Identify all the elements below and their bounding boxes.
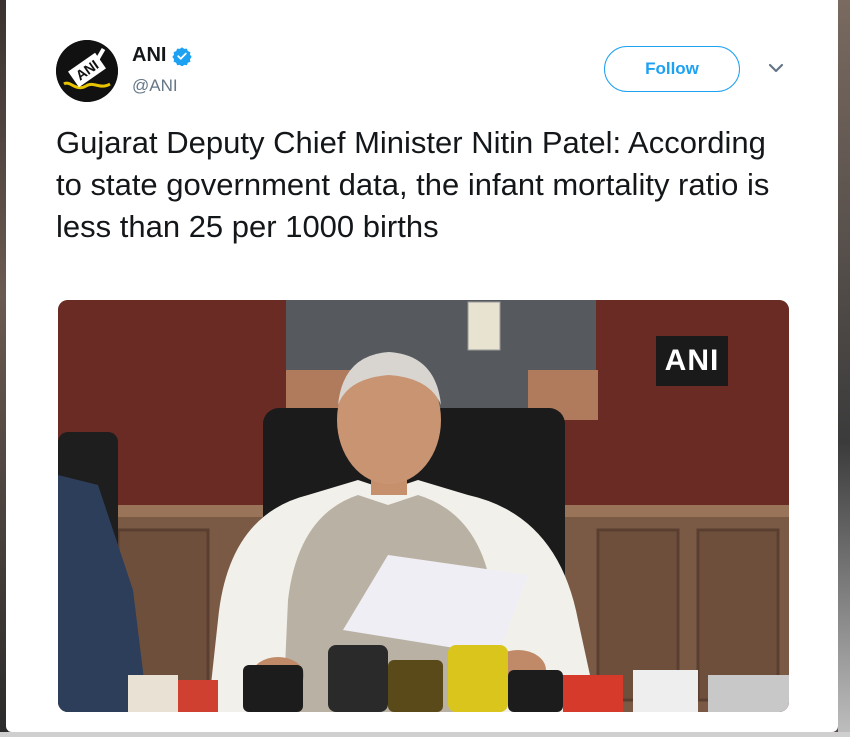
author-name[interactable]: ANI [132,44,166,67]
follow-button[interactable]: Follow [604,46,740,92]
verified-badge-icon [172,46,193,66]
author-handle[interactable]: @ANI [132,76,178,96]
tweet-card: ANI ANI @ANI Follow Gujarat Deputy Chief… [6,0,838,732]
ani-logo: ANI [56,40,118,102]
background-right-edge [838,0,850,737]
avatar[interactable]: ANI [56,40,118,102]
tweet-text: Gujarat Deputy Chief Minister Nitin Pate… [56,125,770,244]
tweet-media-image[interactable]: ANI [58,300,789,712]
media-watermark: ANI [656,336,728,386]
author-row: ANI [132,44,193,67]
background-bottom-edge [0,732,850,737]
chevron-down-icon[interactable] [768,62,784,74]
